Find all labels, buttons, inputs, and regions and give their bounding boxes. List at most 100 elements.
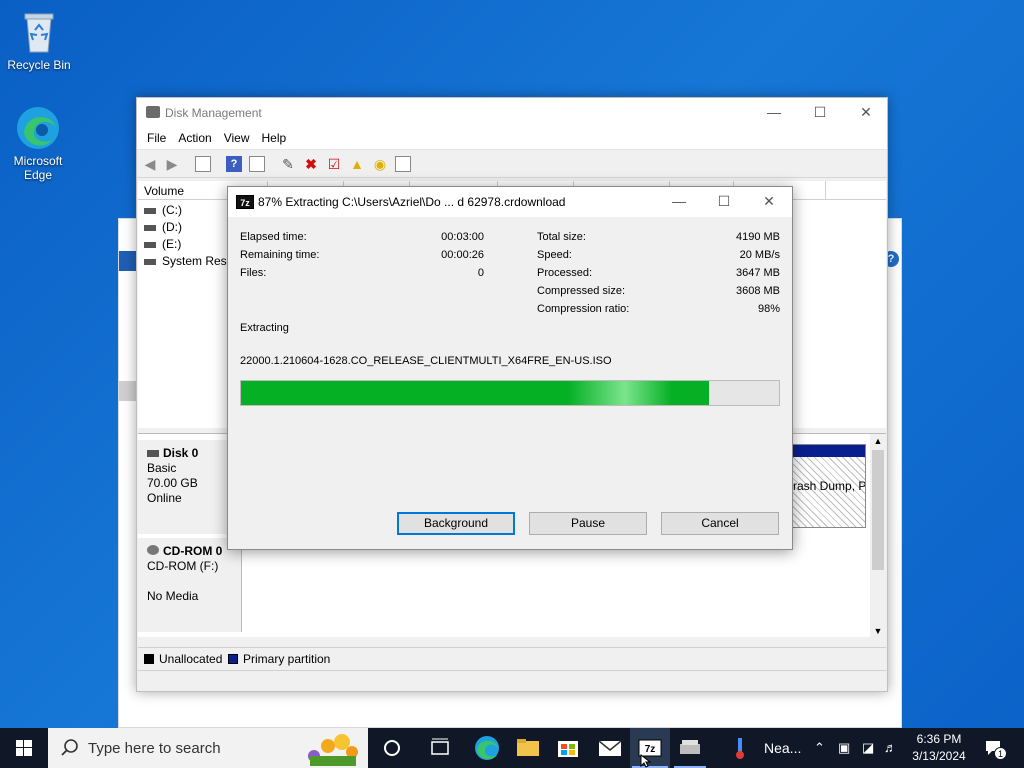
cortana-button[interactable] [372, 728, 412, 768]
mail-icon [598, 740, 622, 756]
disk-status: No Media [147, 589, 199, 603]
disk-management-icon [680, 740, 700, 754]
network-icon[interactable]: ◪ [862, 740, 874, 768]
meet-now-icon[interactable]: ▣ [838, 740, 850, 768]
remaining-time-value: 00:00:26 [441, 249, 484, 261]
menu-view[interactable]: View [218, 128, 256, 149]
disk-management-icon [146, 106, 160, 118]
title-bar: Disk Management — ☐ ✕ [137, 98, 887, 128]
files-label: Files: [240, 267, 267, 279]
clock-time: 6:36 PM [916, 732, 962, 746]
legend-swatch [228, 654, 238, 664]
search-icon [61, 739, 78, 756]
crash-dump-partition[interactable]: rash Dump, P [792, 444, 866, 528]
menu-file[interactable]: File [141, 128, 172, 149]
close-button[interactable]: ✕ [843, 98, 889, 128]
minimize-button[interactable]: — [656, 187, 702, 217]
volume-row[interactable]: System Reser [144, 254, 237, 268]
forward-icon[interactable]: ▶ [164, 156, 180, 172]
background-window-strip [119, 251, 137, 271]
properties-icon[interactable] [249, 156, 265, 172]
elapsed-time-value: 00:03:00 [441, 231, 484, 243]
taskbar-mail[interactable] [590, 728, 630, 768]
volume-muted-icon[interactable]: ♬ [884, 740, 897, 768]
task-view-button[interactable] [420, 728, 460, 768]
operation-status: Extracting [240, 322, 289, 334]
extraction-progress-bar [240, 380, 780, 406]
pause-button[interactable]: Pause [529, 512, 647, 535]
total-size-value: 4190 MB [735, 231, 780, 243]
clock[interactable]: 6:36 PM 3/13/2024 [906, 728, 972, 768]
speed-value: 20 MB/s [739, 249, 780, 261]
edge-icon [475, 736, 499, 760]
folder-icon [517, 739, 539, 756]
volume-name: (C:) [162, 203, 182, 217]
connect-disk-icon[interactable]: ✎ [280, 156, 296, 172]
files-value: 0 [477, 267, 484, 279]
menu-bar: File Action View Help [137, 128, 887, 150]
close-button[interactable]: ✕ [746, 187, 792, 217]
compressed-size-label: Compressed size: [537, 285, 626, 297]
notification-badge: 1 [994, 747, 1007, 760]
help-book-icon[interactable]: ? [226, 156, 242, 172]
edge-icon [14, 104, 62, 152]
start-button[interactable] [0, 728, 48, 768]
cancel-button[interactable]: Cancel [661, 512, 779, 535]
store-icon [558, 741, 578, 757]
menu-help[interactable]: Help [256, 128, 293, 149]
disk-size: 70.00 GB [147, 476, 198, 490]
taskbar-file-explorer[interactable] [508, 728, 548, 768]
cdrom-0-label[interactable]: CD-ROM 0 CD-ROM (F:) No Media [138, 538, 242, 632]
extraction-dialog: 7z 87% Extracting C:\Users\Azriel\Do ...… [227, 186, 793, 550]
menu-action[interactable]: Action [172, 128, 217, 149]
desktop-icon-edge[interactable]: Microsoft Edge [0, 104, 76, 182]
volume-row[interactable]: (C:) [144, 203, 182, 217]
partition-label: rash Dump, P [793, 457, 865, 527]
drive-icon [144, 224, 156, 231]
scroll-up-icon[interactable]: ▲ [870, 434, 886, 448]
volume-name: (E:) [162, 237, 182, 251]
compressed-size-value: 3608 MB [735, 285, 780, 297]
taskbar: Type here to search 7z Nea... ⌃ ▣ ◪ ♬ 6:… [0, 728, 1024, 768]
desktop-icon-recycle-bin[interactable]: Recycle Bin [1, 8, 77, 72]
drive-icon [144, 241, 156, 248]
scroll-thumb[interactable] [872, 450, 884, 570]
delete-icon[interactable]: ✖ [303, 156, 319, 172]
speed-label: Speed: [537, 249, 572, 261]
minimize-button[interactable]: — [751, 98, 797, 128]
status-bar [138, 670, 886, 691]
legend-label: Primary partition [243, 652, 331, 666]
back-icon[interactable]: ◀ [142, 156, 158, 172]
search-placeholder: Type here to search [88, 740, 221, 757]
scroll-down-icon[interactable]: ▼ [870, 624, 886, 638]
legend-label: Unallocated [159, 652, 223, 666]
progress-fill [241, 381, 710, 405]
folder-up-icon[interactable]: ▲ [349, 156, 365, 172]
search-folder-icon[interactable]: ◉ [372, 156, 388, 172]
taskbar-edge[interactable] [466, 728, 508, 768]
volume-row[interactable]: (D:) [144, 220, 182, 234]
taskbar-store[interactable] [548, 728, 588, 768]
notification-center-button[interactable]: 1 [980, 728, 1016, 768]
show-hide-console-tree-icon[interactable] [195, 156, 211, 172]
weather-widget[interactable]: Nea... [728, 728, 808, 768]
compression-ratio-label: Compression ratio: [537, 303, 630, 315]
maximize-button[interactable]: ☐ [797, 98, 843, 128]
desktop-icon-label: Recycle Bin [7, 58, 71, 72]
flowers-icon [308, 734, 358, 766]
volume-row[interactable]: (E:) [144, 237, 181, 251]
list-view-icon[interactable] [395, 156, 411, 172]
maximize-button[interactable]: ☐ [701, 187, 747, 217]
7zip-icon: 7z [236, 195, 254, 209]
current-file-name: 22000.1.210604-1628.CO_RELEASE_CLIENTMUL… [240, 355, 612, 367]
cdrom-icon [147, 545, 159, 555]
show-hidden-icons-chevron-icon[interactable]: ⌃ [814, 740, 825, 768]
search-box[interactable]: Type here to search [48, 728, 368, 768]
background-button[interactable]: Background [397, 512, 515, 535]
thermometer-icon [736, 738, 744, 759]
check-icon[interactable]: ☑ [326, 156, 342, 172]
remaining-time-label: Remaining time: [240, 249, 320, 261]
taskbar-disk-management[interactable] [670, 728, 710, 768]
legend: Unallocated Primary partition [138, 647, 886, 667]
vertical-scrollbar[interactable]: ▲ ▼ [870, 434, 886, 638]
